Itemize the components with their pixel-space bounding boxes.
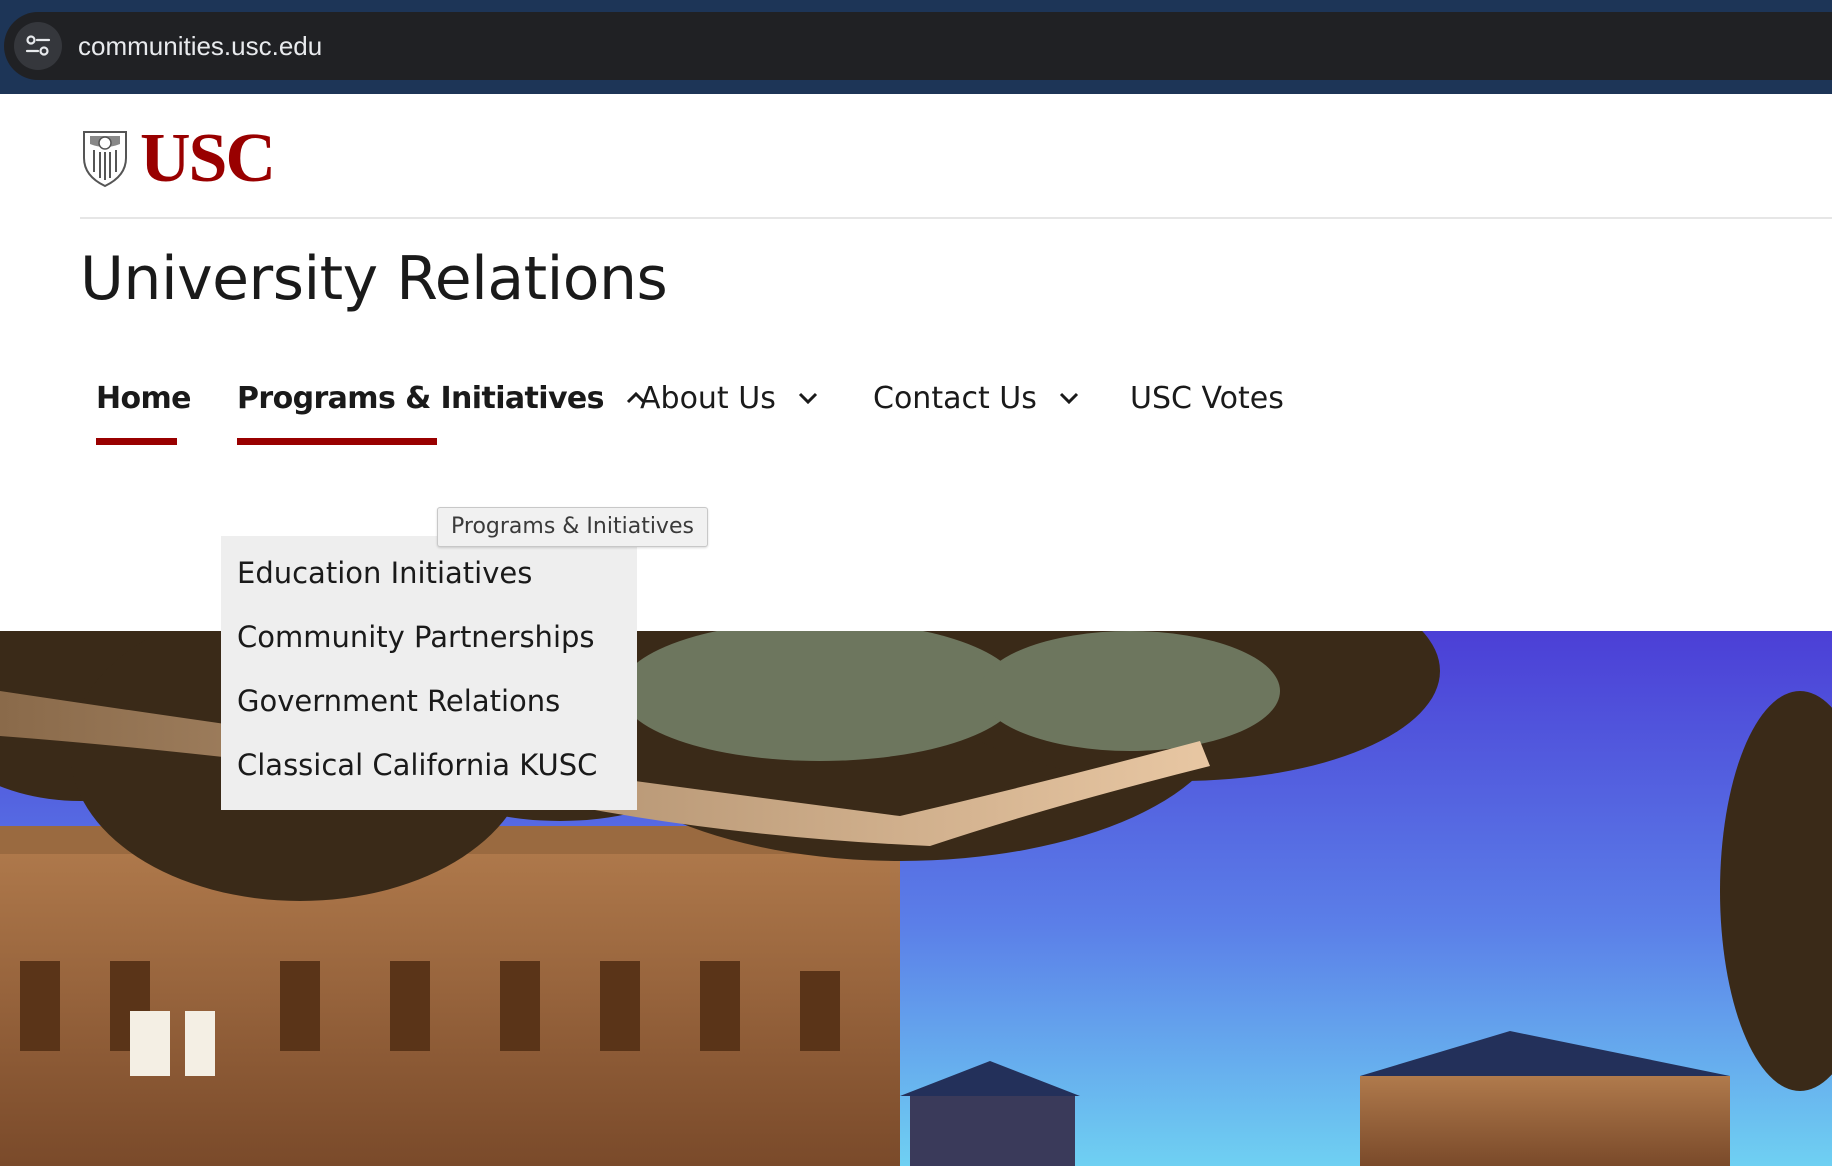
dropdown-item-classical-california-kusc[interactable]: Classical California KUSC — [237, 748, 597, 782]
usc-wordmark: USC — [140, 120, 276, 197]
main-nav: Home Programs & Initiatives About Us Con… — [0, 369, 1832, 449]
browser-chrome: communities.usc.edu — [0, 0, 1832, 94]
nav-programs-underline — [237, 438, 437, 445]
nav-home-underline — [96, 438, 177, 445]
nav-programs-initiatives[interactable]: Programs & Initiatives — [237, 369, 646, 427]
dropdown-item-community-partnerships[interactable]: Community Partnerships — [237, 620, 595, 654]
address-bar[interactable]: communities.usc.edu — [4, 12, 1832, 80]
nav-tooltip: Programs & Initiatives — [437, 507, 708, 547]
nav-usc-votes[interactable]: USC Votes — [1130, 369, 1284, 427]
usc-seal-icon — [80, 126, 130, 192]
header-divider — [80, 217, 1832, 219]
nav-about-us[interactable]: About Us — [640, 369, 818, 427]
nav-about-label: About Us — [640, 380, 776, 416]
chevron-down-icon[interactable] — [798, 392, 818, 404]
site-title[interactable]: University Relations — [80, 244, 668, 314]
page: USC University Relations Home Programs &… — [0, 94, 1832, 1166]
nav-home[interactable]: Home — [96, 369, 192, 427]
dropdown-item-government-relations[interactable]: Government Relations — [237, 684, 560, 718]
url-text[interactable]: communities.usc.edu — [78, 12, 322, 80]
chevron-down-icon[interactable] — [1059, 392, 1079, 404]
nav-programs-label: Programs & Initiatives — [237, 380, 605, 416]
nav-votes-label: USC Votes — [1130, 380, 1284, 416]
dropdown-item-education-initiatives[interactable]: Education Initiatives — [237, 556, 532, 590]
nav-contact-us[interactable]: Contact Us — [873, 369, 1079, 427]
nav-contact-label: Contact Us — [873, 380, 1037, 416]
usc-logo[interactable]: USC — [80, 120, 276, 197]
programs-dropdown-menu: Education Initiatives Community Partners… — [221, 536, 637, 810]
nav-home-label: Home — [96, 380, 192, 416]
tune-icon[interactable] — [14, 22, 62, 70]
